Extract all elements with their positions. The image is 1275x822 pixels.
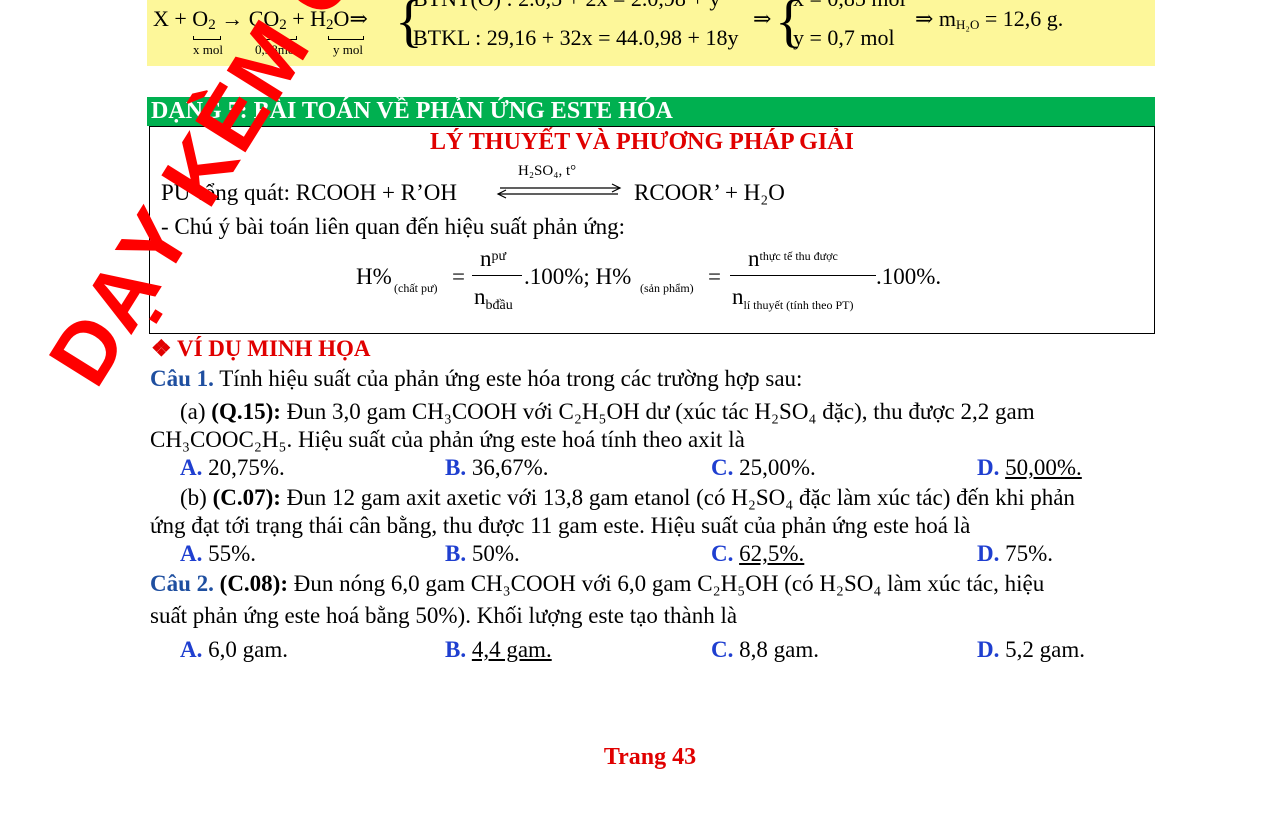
section-header-title: DẠNG 5: BÀI TOÁN VỀ PHẢN ỨNG ESTE HÓA xyxy=(151,98,673,124)
q2-option-b[interactable]: B. 4,4 gam. xyxy=(445,638,552,661)
q1b-option-c[interactable]: C. 62,5%. xyxy=(711,542,804,565)
q1a-option-c[interactable]: C. 25,00%. xyxy=(711,456,816,479)
general-reaction-suffix: RCOOR’ + H₂O xyxy=(634,180,785,205)
q1b-option-a[interactable]: A. 55%. xyxy=(180,542,256,565)
eq-sign-2: = xyxy=(708,264,721,289)
underbrace-x xyxy=(193,36,221,40)
fraction-bar-1 xyxy=(472,275,522,276)
question-1: Câu 1. Tính hiệu suất của phản ứng este … xyxy=(150,366,803,391)
formula-tail: .100%. xyxy=(876,264,942,289)
h-chat-pu-sub: (chất pư) xyxy=(394,281,438,295)
h-san-pham-sub: (sản phẩm) xyxy=(640,281,694,295)
equation-final: ⇒ mH₂O = 12,6 g. xyxy=(915,6,1064,32)
question-1b-line-2: ứng đạt tới trạng thái cân bằng, thu đượ… xyxy=(150,513,971,538)
implies-2: ⇒ xyxy=(753,6,772,31)
fraction-bar-2 xyxy=(730,275,876,276)
question-2-line-2: suất phản ứng este hoá bằng 50%). Khối l… xyxy=(150,603,738,628)
formula-mid: .100%; H% xyxy=(524,264,632,289)
btkl-line: BTKL : 29,16 + 32x = 44.0,98 + 18y xyxy=(413,25,739,50)
section-header: DẠNG 5: BÀI TOÁN VỀ PHẢN ỨNG ESTE HÓA xyxy=(147,97,1155,126)
q1b-option-d[interactable]: D. 75%. xyxy=(977,542,1053,565)
question-1b-line-1: (b) (C.07): Đun 12 gam axit axetic với 1… xyxy=(180,485,1075,510)
q1b-option-b[interactable]: B. 50%. xyxy=(445,542,520,565)
page-number: Trang 43 xyxy=(603,744,697,770)
equation-left: X + O2 → CO2 + H2O⇒ xyxy=(153,6,368,33)
label-x-mol: x mol xyxy=(193,42,223,57)
n-pu-num: npư xyxy=(480,246,507,271)
equation-box: X + O2 → CO2 + H2O⇒ x mol 0,98mol y mol … xyxy=(147,0,1155,66)
examples-heading: ❖ VÍ DỤ MINH HỌA xyxy=(151,336,371,361)
theory-box: LÝ THUYẾT VÀ PHƯƠNG PHÁP GIẢI PƯ tổng qu… xyxy=(149,126,1155,334)
n-thuc-te-num: nthực tế thu được xyxy=(748,246,838,271)
eq-sign-1: = xyxy=(452,264,465,289)
q2-option-a[interactable]: A. 6,0 gam. xyxy=(180,638,288,661)
question-1a-line-2: CH₃COOC₂H₅. Hiệu suất của phản ứng este … xyxy=(150,427,745,452)
question-2-line-1: Câu 2. (C.08): Đun nóng 6,0 gam CH₃COOH … xyxy=(150,571,1045,596)
equilibrium-arrow xyxy=(494,183,624,199)
btnt-line: BTNT(O) : 2.0,5 + 2x = 2.0,98 + y xyxy=(413,0,720,10)
q2-option-d[interactable]: D. 5,2 gam. xyxy=(977,638,1085,661)
label-co2-mol: 0,98mol xyxy=(255,42,298,57)
q1a-option-d[interactable]: D. 50,00%. xyxy=(977,456,1082,479)
result-y: y = 0,7 mol xyxy=(793,25,895,50)
theory-title: LÝ THUYẾT VÀ PHƯƠNG PHÁP GIẢI xyxy=(430,129,854,155)
question-1a-line-1: (a) (Q.15): Đun 3,0 gam CH₃COOH với C₂H₅… xyxy=(180,399,1035,424)
n-li-thuyet-den: nlí thuyết (tính theo PT) xyxy=(732,284,854,312)
q1a-option-b[interactable]: B. 36,67%. xyxy=(445,456,549,479)
result-x: x = 0,85 mol xyxy=(793,0,906,10)
h-chat-pu-label: H% xyxy=(356,264,392,289)
label-y-mol: y mol xyxy=(333,42,363,57)
q1a-option-a[interactable]: A. 20,75%. xyxy=(180,456,285,479)
n-bdau-den: nbđầu xyxy=(474,284,513,313)
theory-note: - Chú ý bài toán liên quan đến hiệu suất… xyxy=(161,214,626,239)
underbrace-h2o xyxy=(328,36,364,40)
general-reaction-prefix: PƯ tổng quát: RCOOH + R’OH xyxy=(161,180,457,205)
catalyst-label: H₂SO₄, t° xyxy=(518,163,577,179)
underbrace-co2 xyxy=(259,36,297,40)
q2-option-c[interactable]: C. 8,8 gam. xyxy=(711,638,819,661)
